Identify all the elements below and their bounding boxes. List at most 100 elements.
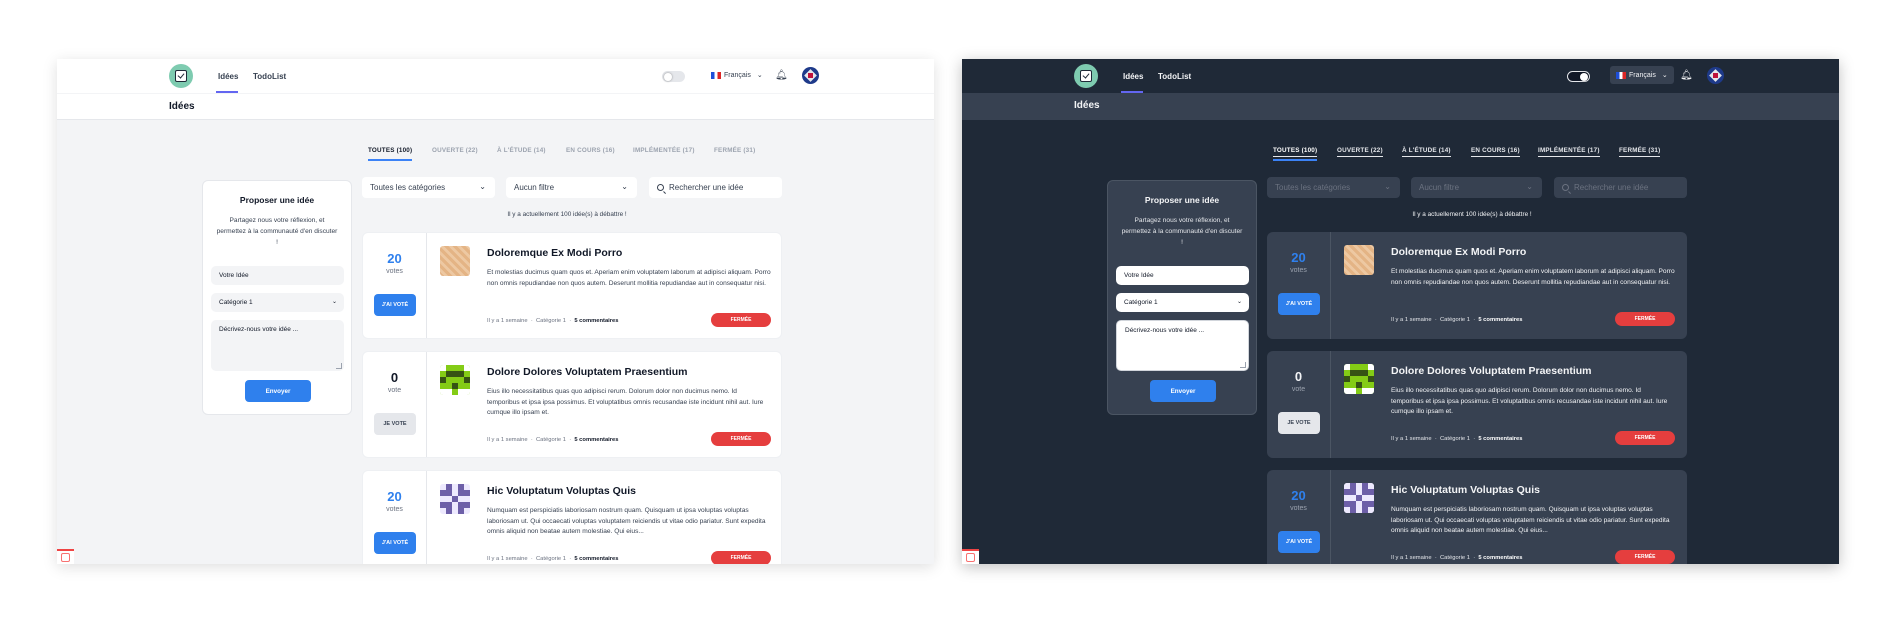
language-select[interactable]: Français ⌄: [705, 66, 769, 84]
idea-title[interactable]: Dolore Dolores Voluptatem Praesentium: [1391, 365, 1592, 377]
nav-ideas[interactable]: Idées: [218, 72, 238, 81]
bell-icon[interactable]: 🔔︎: [775, 70, 788, 82]
idea-category: Catégorie 1: [535, 437, 566, 443]
tab-in-progress[interactable]: EN COURS (16): [1471, 147, 1520, 157]
checkbox-logo-icon: [175, 70, 187, 82]
tab-active-indicator: [368, 159, 412, 161]
idea-title[interactable]: Doloremque Ex Modi Porro: [487, 247, 622, 259]
idea-card[interactable]: 0 vote JE VOTE Dolore Dolores Voluptatem…: [362, 351, 782, 458]
resize-handle-icon[interactable]: [1240, 362, 1246, 368]
language-select[interactable]: Français ⌄: [1610, 66, 1674, 84]
status-filter[interactable]: Aucun filtre ⌄: [506, 177, 637, 198]
status-filter-value: Aucun filtre: [514, 183, 555, 192]
tab-implemented[interactable]: IMPLÉMENTÉE (17): [633, 147, 695, 154]
language-label: Français: [724, 71, 751, 79]
resize-handle-icon[interactable]: [336, 363, 342, 369]
idea-comments[interactable]: 5 commentaires: [1478, 436, 1522, 442]
page-header: Idées: [57, 93, 934, 120]
category-select[interactable]: Catégorie 1 ⌄: [1116, 293, 1249, 312]
feedback-widget[interactable]: [57, 549, 74, 564]
light-theme-screen: Idées TodoList Français ⌄ 🔔︎ Idées TOUTE…: [57, 59, 934, 564]
category-filter[interactable]: Toutes les catégories ⌄: [1267, 177, 1400, 198]
ideas-count: Il y a actuellement 100 idée(s) à débatt…: [507, 211, 627, 218]
send-button[interactable]: Envoyer: [1150, 380, 1216, 402]
idea-category: Catégorie 1: [535, 318, 566, 324]
tab-closed[interactable]: FERMÉE (31): [714, 147, 755, 154]
vote-button[interactable]: J'AI VOTÉ: [1278, 531, 1320, 553]
app-logo[interactable]: [1074, 64, 1098, 88]
category-filter-value: Toutes les catégories: [370, 183, 446, 192]
tab-under-review[interactable]: À L'ÉTUDE (14): [497, 147, 546, 154]
nav-todolist[interactable]: TodoList: [253, 72, 286, 81]
avatar[interactable]: [802, 67, 819, 84]
feedback-widget[interactable]: [962, 549, 979, 564]
tab-implemented[interactable]: IMPLÉMENTÉE (17): [1538, 147, 1600, 157]
idea-comments[interactable]: 5 commentaires: [1478, 555, 1522, 561]
tab-in-progress[interactable]: EN COURS (16): [566, 147, 615, 154]
idea-description-textarea[interactable]: Décrivez-nous votre idée ...: [211, 320, 344, 371]
idea-category: Catégorie 1: [535, 556, 566, 562]
tab-open[interactable]: OUVERTE (22): [432, 147, 478, 154]
nav-todolist[interactable]: TodoList: [1158, 72, 1191, 81]
theme-toggle[interactable]: [1567, 71, 1590, 82]
tab-all[interactable]: TOUTES (100): [368, 147, 412, 154]
app-logo[interactable]: [169, 64, 193, 88]
category-filter[interactable]: Toutes les catégories ⌄: [362, 177, 495, 198]
search-icon: [657, 184, 664, 191]
idea-comments[interactable]: 5 commentaires: [574, 556, 618, 562]
idea-description-textarea[interactable]: Décrivez-nous votre idée ...: [1116, 320, 1249, 371]
idea-title[interactable]: Hic Voluptatum Voluptas Quis: [487, 485, 636, 497]
status-badge: FERMÉE: [1615, 431, 1675, 445]
idea-thumbnail: [440, 246, 470, 276]
theme-toggle[interactable]: [662, 71, 685, 82]
top-navbar: Idées TodoList Français ⌄ 🔔︎: [57, 59, 934, 93]
category-select[interactable]: Catégorie 1 ⌄: [211, 293, 344, 312]
vote-label: votes: [386, 268, 403, 275]
status-badge: FERMÉE: [711, 551, 771, 564]
idea-description: Et molestias ducimus quam quos et. Aperi…: [1391, 268, 1675, 286]
vote-column: 0 vote JE VOTE: [363, 352, 427, 457]
idea-card[interactable]: 20 votes J'AI VOTÉ Hic Voluptatum Volupt…: [362, 470, 782, 564]
feedback-icon: [966, 553, 975, 562]
status-filter[interactable]: Aucun filtre ⌄: [1411, 177, 1542, 198]
tab-open[interactable]: OUVERTE (22): [1337, 147, 1383, 157]
avatar[interactable]: [1707, 67, 1724, 84]
idea-title-input[interactable]: Votre Idée: [1116, 266, 1249, 285]
tab-all[interactable]: TOUTES (100): [1273, 147, 1318, 157]
vote-button[interactable]: JE VOTE: [1278, 412, 1320, 434]
idea-title-input[interactable]: Votre Idée: [211, 266, 344, 285]
idea-card[interactable]: 20 votes J'AI VOTÉ Doloremque Ex Modi Po…: [362, 232, 782, 339]
idea-card[interactable]: 20 votes J'AI VOTÉ Hic Voluptatum Volupt…: [1267, 470, 1687, 564]
bell-icon[interactable]: 🔔︎: [1680, 70, 1693, 82]
vote-button[interactable]: J'AI VOTÉ: [1278, 293, 1320, 315]
vote-column: 20 votes J'AI VOTÉ: [363, 471, 427, 564]
vote-count: 20: [387, 251, 402, 266]
chevron-down-icon: ⌄: [331, 299, 337, 305]
search-input[interactable]: Rechercher une idée: [1554, 177, 1687, 198]
idea-title[interactable]: Hic Voluptatum Voluptas Quis: [1391, 484, 1540, 496]
chevron-down-icon: ⌄: [1661, 72, 1668, 79]
vote-button[interactable]: J'AI VOTÉ: [374, 532, 416, 554]
idea-comments[interactable]: 5 commentaires: [574, 318, 618, 324]
vote-button[interactable]: J'AI VOTÉ: [374, 294, 416, 316]
send-button[interactable]: Envoyer: [245, 380, 311, 402]
tab-under-review[interactable]: À L'ÉTUDE (14): [1402, 147, 1451, 157]
search-input[interactable]: Rechercher une idée: [649, 177, 782, 198]
vote-button[interactable]: JE VOTE: [374, 413, 416, 435]
idea-title[interactable]: Doloremque Ex Modi Porro: [1391, 246, 1526, 258]
idea-title[interactable]: Dolore Dolores Voluptatem Praesentium: [487, 366, 688, 378]
status-badge: FERMÉE: [711, 313, 771, 327]
nav-ideas[interactable]: Idées: [1123, 72, 1143, 81]
idea-card[interactable]: 0 vote JE VOTE Dolore Dolores Voluptatem…: [1267, 351, 1687, 458]
language-label: Français: [1629, 71, 1656, 79]
idea-time: Il y a 1 semaine: [487, 556, 528, 562]
tab-closed[interactable]: FERMÉE (31): [1619, 147, 1661, 157]
idea-comments[interactable]: 5 commentaires: [1478, 317, 1522, 323]
idea-card[interactable]: 20 votes J'AI VOTÉ Doloremque Ex Modi Po…: [1267, 232, 1687, 339]
page-title: Idées: [169, 101, 195, 112]
vote-label: votes: [1290, 505, 1307, 512]
idea-description: Numquam est perspiciatis laboriosam nost…: [1391, 506, 1670, 534]
idea-comments[interactable]: 5 commentaires: [574, 437, 618, 443]
tab-active-indicator: [1273, 159, 1317, 161]
dark-theme-screen: Idées TodoList Français ⌄ 🔔︎ Idées TOUTE…: [962, 59, 1839, 564]
